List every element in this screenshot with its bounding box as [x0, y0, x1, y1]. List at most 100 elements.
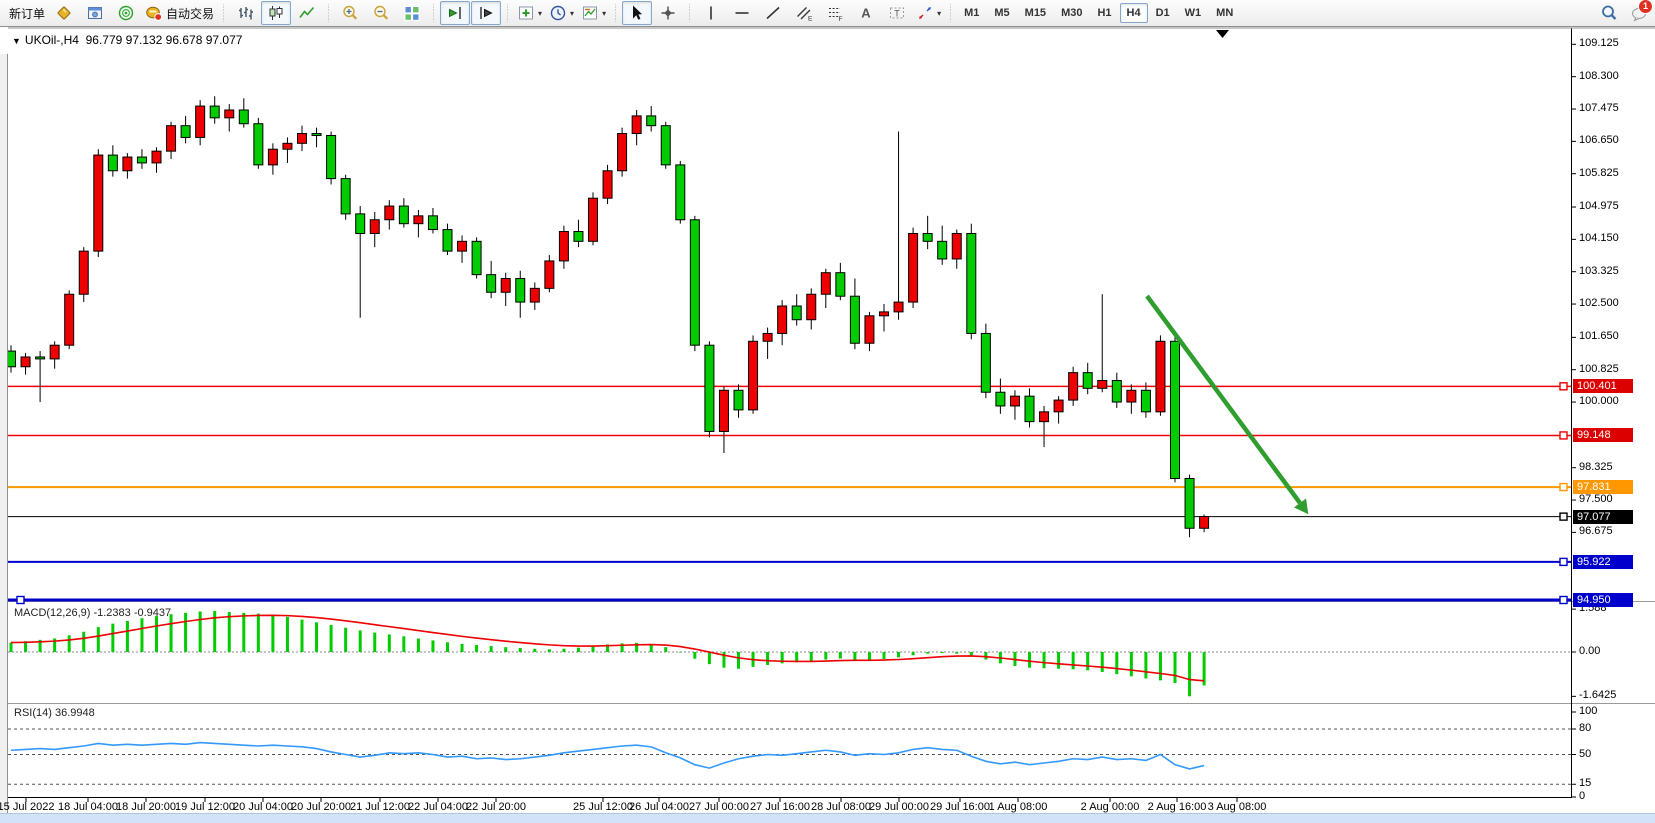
chevron-down-icon[interactable]: ▾ — [538, 9, 542, 18]
time-axis-label: 26 Jul 04:00 — [629, 801, 689, 813]
svg-text:A: A — [861, 6, 871, 21]
line-handle[interactable] — [17, 597, 24, 604]
timeframe-button-m5[interactable]: M5 — [987, 3, 1016, 23]
time-axis-label: 20 Jul 04:00 — [233, 801, 293, 813]
fibonacci-button[interactable]: F — [820, 1, 850, 25]
time-axis-label: 2 Aug 00:00 — [1081, 801, 1140, 813]
periods-button[interactable]: ▾ — [546, 1, 577, 25]
auto-scroll-button[interactable] — [440, 1, 470, 25]
fibonacci-icon: F — [826, 4, 844, 22]
macd-histogram — [11, 611, 1204, 696]
candle — [7, 345, 16, 372]
arrows-button[interactable]: ▾ — [913, 1, 944, 25]
candle — [719, 386, 728, 453]
new-order-button[interactable]: 新订单 — [3, 1, 48, 25]
price-axis-tick: 107.475 — [1579, 102, 1619, 114]
timeframe-button-m30[interactable]: M30 — [1054, 3, 1089, 23]
candle — [778, 300, 787, 345]
crosshair-button[interactable] — [653, 1, 683, 25]
timeframe-button-m1[interactable]: M1 — [957, 3, 986, 23]
indicators-button[interactable]: ▾ — [514, 1, 545, 25]
main-toolbar: 新订单 自动交易 ▾ ▾ ▾ EF AT ▾ M1M5M15M30H1H4D1W1MN 1 — [0, 0, 1655, 27]
time-axis-label: 15 Jul 2022 — [0, 801, 54, 813]
candle — [414, 210, 423, 237]
chart-window[interactable]: ▼UKOil-,H4 96.779 97.132 96.678 97.077 M… — [0, 27, 1655, 813]
candle — [370, 212, 379, 247]
vertical-line-icon — [702, 4, 720, 22]
candle — [603, 165, 612, 204]
price-axis-tick: 100.825 — [1579, 363, 1619, 375]
line-handle[interactable] — [1560, 597, 1567, 604]
rsi-axis-tick: 100 — [1579, 705, 1597, 717]
time-axis-label: 29 Jul 16:00 — [930, 801, 990, 813]
line-handle[interactable] — [1560, 513, 1567, 520]
timeframe-button-h1[interactable]: H1 — [1090, 3, 1118, 23]
price-axis-tick: 106.650 — [1579, 134, 1619, 146]
candle — [574, 220, 583, 247]
candle — [268, 143, 277, 174]
candle — [545, 255, 554, 292]
text-label-button[interactable]: T — [882, 1, 912, 25]
bar-chart-icon — [236, 4, 254, 22]
chart-shift-marker[interactable] — [1216, 30, 1229, 38]
chart-shift-button[interactable] — [471, 1, 501, 25]
line-handle[interactable] — [1560, 432, 1567, 439]
zoom-in-button[interactable] — [335, 1, 365, 25]
timeframe-button-w1[interactable]: W1 — [1178, 3, 1209, 23]
text-button[interactable]: A — [851, 1, 881, 25]
bar-chart-button[interactable] — [230, 1, 260, 25]
templates-button[interactable]: ▾ — [578, 1, 609, 25]
chevron-down-icon[interactable]: ▾ — [570, 9, 574, 18]
cursor-button[interactable] — [622, 1, 652, 25]
navigator-button[interactable] — [111, 1, 141, 25]
line-handle[interactable] — [1560, 484, 1567, 491]
vertical-line-button[interactable] — [696, 1, 726, 25]
candle — [385, 200, 394, 229]
candle — [559, 226, 568, 269]
timeframe-button-d1[interactable]: D1 — [1149, 3, 1177, 23]
chart-shift-icon — [477, 4, 495, 22]
search-button[interactable] — [1594, 1, 1624, 25]
toolbar-separator — [948, 4, 953, 22]
candle — [123, 153, 132, 178]
candle — [676, 161, 685, 224]
autotrade-icon — [145, 4, 163, 22]
tile-windows-button[interactable] — [397, 1, 427, 25]
candlestick-icon — [267, 4, 285, 22]
price-axis-tick: 104.150 — [1579, 232, 1619, 244]
candle — [21, 353, 30, 375]
chevron-down-icon[interactable]: ▾ — [937, 9, 941, 18]
channel-button[interactable]: E — [789, 1, 819, 25]
line-chart-button[interactable] — [292, 1, 322, 25]
candle — [996, 379, 1005, 414]
candle — [647, 106, 656, 131]
data-window-button[interactable] — [80, 1, 110, 25]
candle — [312, 128, 321, 148]
market-watch-button[interactable] — [49, 1, 79, 25]
trendline-button[interactable] — [758, 1, 788, 25]
horizontal-line-button[interactable] — [727, 1, 757, 25]
collapse-triangle-icon[interactable]: ▼ — [12, 36, 21, 46]
time-axis-label: 27 Jul 16:00 — [750, 801, 810, 813]
time-axis-label: 1 Aug 08:00 — [989, 801, 1048, 813]
time-axis-label: 29 Jul 00:00 — [869, 801, 929, 813]
chevron-down-icon[interactable]: ▾ — [602, 9, 606, 18]
candle — [1127, 384, 1136, 413]
candle — [865, 312, 874, 351]
candlestick-chart-button[interactable] — [261, 1, 291, 25]
candle — [1171, 335, 1180, 482]
zoom-out-button[interactable] — [366, 1, 396, 25]
chart-plot-area[interactable] — [0, 27, 1655, 813]
timeframe-button-mn[interactable]: MN — [1209, 3, 1240, 23]
auto-trading-button[interactable]: 自动交易 — [142, 1, 217, 25]
candle — [327, 132, 336, 185]
line-handle[interactable] — [1560, 383, 1567, 390]
price-badge-100.401: 100.401 — [1573, 379, 1633, 393]
price-axis-tick: 103.325 — [1579, 265, 1619, 277]
notifications-button[interactable]: 1 — [1625, 1, 1655, 25]
toolbar-separator — [613, 4, 618, 22]
time-axis-label: 28 Jul 08:00 — [811, 801, 871, 813]
line-handle[interactable] — [1560, 558, 1567, 565]
timeframe-button-m15[interactable]: M15 — [1018, 3, 1053, 23]
timeframe-button-h4[interactable]: H4 — [1120, 3, 1148, 23]
